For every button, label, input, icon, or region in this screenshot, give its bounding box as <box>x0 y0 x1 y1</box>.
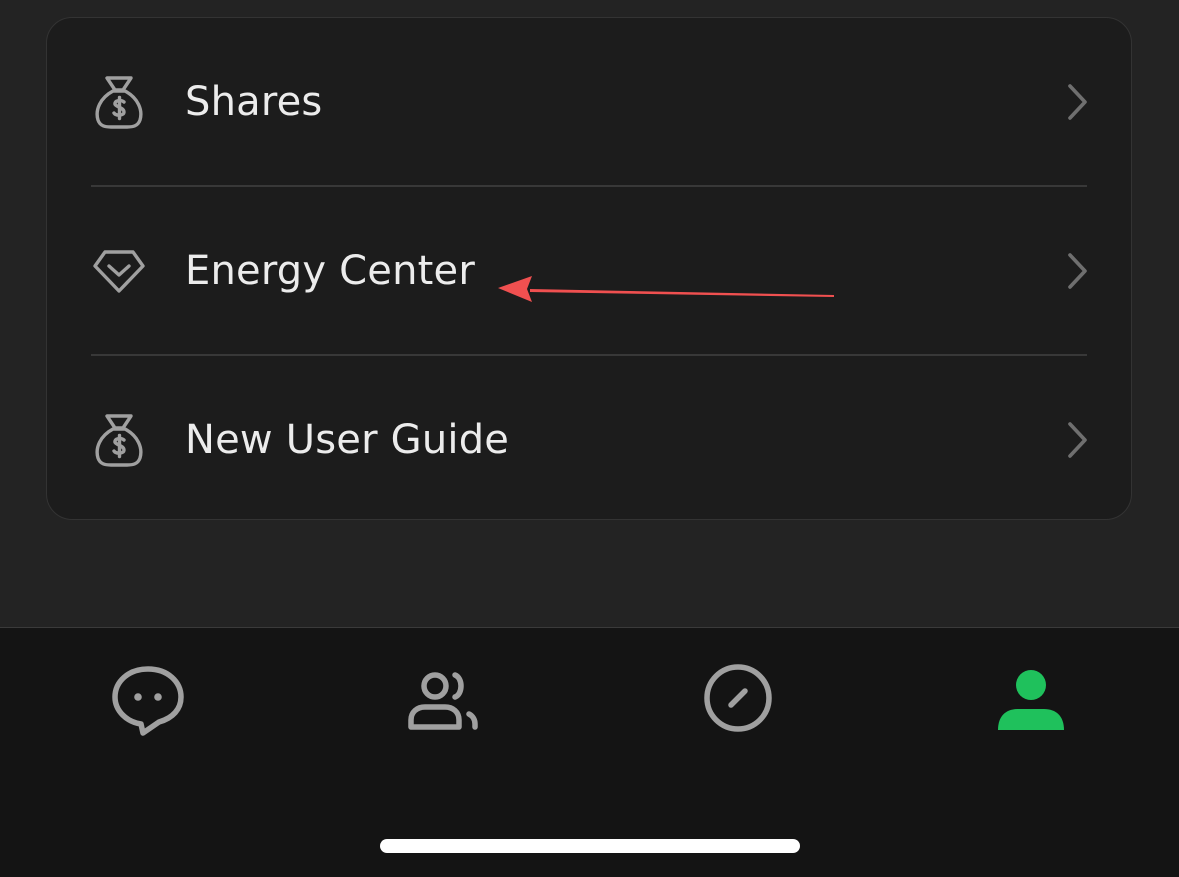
tab-me[interactable] <box>986 658 1076 748</box>
contacts-icon <box>397 658 487 748</box>
chevron-right-icon <box>1063 422 1091 458</box>
diamond-heart-icon <box>91 243 147 299</box>
menu-card: Shares Energy Center New User Guide <box>46 17 1132 520</box>
menu-item-new-user-guide[interactable]: New User Guide <box>47 356 1131 519</box>
menu-item-label: Shares <box>185 79 323 125</box>
chevron-right-icon <box>1063 84 1091 120</box>
money-bag-icon <box>91 412 147 468</box>
chat-bubble-icon <box>103 658 193 748</box>
tab-bar <box>0 627 1179 877</box>
compass-icon <box>693 658 783 748</box>
menu-item-label: Energy Center <box>185 248 475 294</box>
chevron-right-icon <box>1063 253 1091 289</box>
money-bag-icon <box>91 74 147 130</box>
person-icon <box>986 658 1076 748</box>
tab-contacts[interactable] <box>397 658 487 748</box>
home-indicator <box>380 839 800 853</box>
menu-item-shares[interactable]: Shares <box>47 18 1131 186</box>
tab-chats[interactable] <box>103 658 193 748</box>
screen: Shares Energy Center New User Guide <box>0 0 1179 877</box>
menu-item-label: New User Guide <box>185 417 510 463</box>
tab-discover[interactable] <box>693 658 783 748</box>
menu-item-energy-center[interactable]: Energy Center <box>47 187 1131 355</box>
